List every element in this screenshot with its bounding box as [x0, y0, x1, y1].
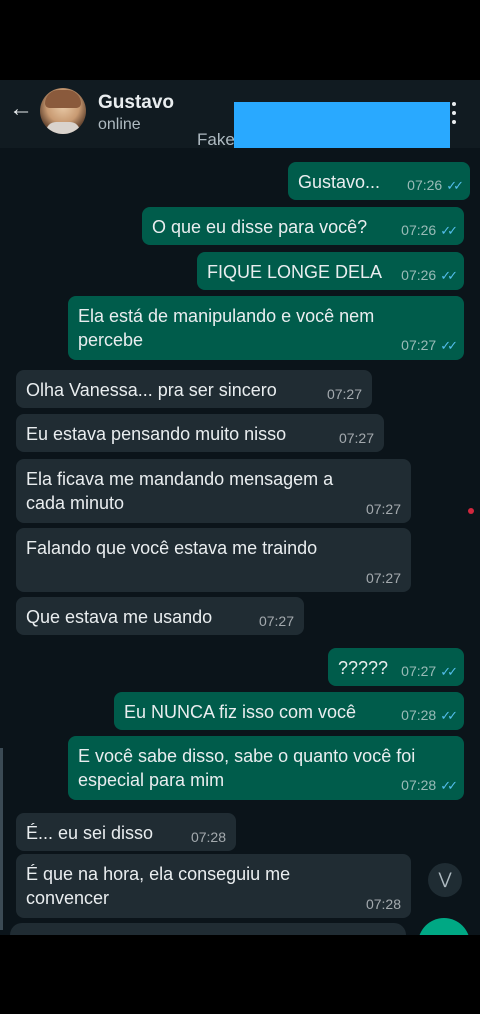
message-time: 07:28	[401, 777, 437, 793]
message-bubble-incoming[interactable]: Eu estava pensando muito nisso 07:27	[16, 414, 384, 452]
message-bubble-outgoing[interactable]: ????? 07:27 ✓✓	[328, 648, 464, 686]
message-time: 07:27	[258, 613, 294, 629]
message-input[interactable]	[10, 923, 406, 935]
message-time: 07:27	[326, 386, 362, 402]
avatar-hair	[45, 90, 81, 108]
message-text: Olha Vanessa... pra ser sincero	[26, 380, 277, 400]
message-text: ?????	[338, 658, 389, 678]
message-bubble-incoming[interactable]: Falando que você estava me traindo 07:27	[16, 528, 411, 592]
more-vertical-icon[interactable]	[446, 100, 462, 126]
double-check-icon: ✓✓	[440, 223, 458, 238]
message-bubble-incoming[interactable]: É que na hora, ela conseguiu me convence…	[16, 854, 411, 918]
message-text: E você sabe disso, sabe o quanto você fo…	[78, 746, 416, 790]
message-time: 07:27	[338, 430, 374, 446]
message-time: 07:27	[401, 337, 437, 353]
message-bubble-outgoing[interactable]: O que eu disse para você? 07:26 ✓✓	[142, 207, 464, 245]
double-check-icon: ✓✓	[440, 664, 458, 679]
message-text: Ela ficava me mandando mensagem a cada m…	[26, 469, 334, 513]
message-bubble-outgoing[interactable]: Eu NUNCA fiz isso com você 07:28 ✓✓	[114, 692, 464, 730]
message-text: O que eu disse para você?	[152, 217, 368, 237]
message-bubble-incoming[interactable]: Olha Vanessa... pra ser sincero 07:27	[16, 370, 372, 408]
message-text: Ela está de manipulando e você nem perce…	[78, 306, 375, 350]
message-bubble-incoming[interactable]: Ela ficava me mandando mensagem a cada m…	[16, 459, 411, 523]
redaction-box	[234, 102, 450, 148]
message-text: Gustavo...	[298, 172, 381, 192]
double-check-icon: ✓✓	[440, 778, 458, 793]
message-bubble-outgoing[interactable]: E você sabe disso, sabe o quanto você fo…	[68, 736, 464, 800]
mic-button[interactable]	[418, 918, 470, 935]
avatar-shirt	[46, 122, 80, 134]
message-time: 07:28	[190, 829, 226, 845]
contact-status: online	[98, 116, 141, 133]
recording-dot	[468, 508, 474, 514]
scroll-indicator	[0, 748, 3, 930]
message-time: 07:26	[407, 177, 443, 193]
message-text: É que na hora, ela conseguiu me convence…	[26, 864, 291, 908]
double-check-icon: ✓✓	[440, 338, 458, 353]
double-check-icon: ✓✓	[446, 178, 464, 193]
message-bubble-incoming[interactable]: Que estava me usando 07:27	[16, 597, 304, 635]
chat-header: ← Gustavo online Fake	[0, 80, 480, 149]
message-text: Falando que você estava me traindo	[26, 538, 318, 558]
message-time: 07:26	[401, 222, 437, 238]
message-bubble-incoming[interactable]: É... eu sei disso 07:28	[16, 813, 236, 851]
message-bubble-outgoing[interactable]: FIQUE LONGE DELA 07:26 ✓✓	[197, 252, 464, 290]
chevron-double-down-icon[interactable]: ⋁	[428, 863, 462, 897]
message-text: Eu NUNCA fiz isso com você	[124, 702, 357, 722]
contact-name[interactable]: Gustavo	[98, 92, 174, 114]
message-time: 07:26	[401, 267, 437, 283]
message-text: É... eu sei disso	[26, 823, 154, 843]
avatar[interactable]	[40, 88, 86, 134]
message-text: Que estava me usando	[26, 607, 213, 627]
message-time: 07:27	[365, 501, 401, 517]
message-text: Eu estava pensando muito nisso	[26, 424, 287, 444]
message-bubble-outgoing[interactable]: Ela está de manipulando e você nem perce…	[68, 296, 464, 360]
message-time: 07:28	[365, 896, 401, 912]
message-bubble-outgoing[interactable]: Gustavo... 07:26 ✓✓	[288, 162, 470, 200]
message-text: FIQUE LONGE DELA	[207, 262, 383, 282]
message-time: 07:27	[365, 570, 401, 586]
fake-overlay-text: Fake	[197, 130, 235, 149]
double-check-icon: ✓✓	[440, 708, 458, 723]
chat-screen: ← Gustavo online Fake Gustavo... 07:26 ✓✓…	[0, 80, 480, 935]
message-time: 07:27	[401, 663, 437, 679]
double-check-icon: ✓✓	[440, 268, 458, 283]
back-arrow-icon[interactable]: ←	[8, 96, 34, 122]
message-time: 07:28	[401, 707, 437, 723]
